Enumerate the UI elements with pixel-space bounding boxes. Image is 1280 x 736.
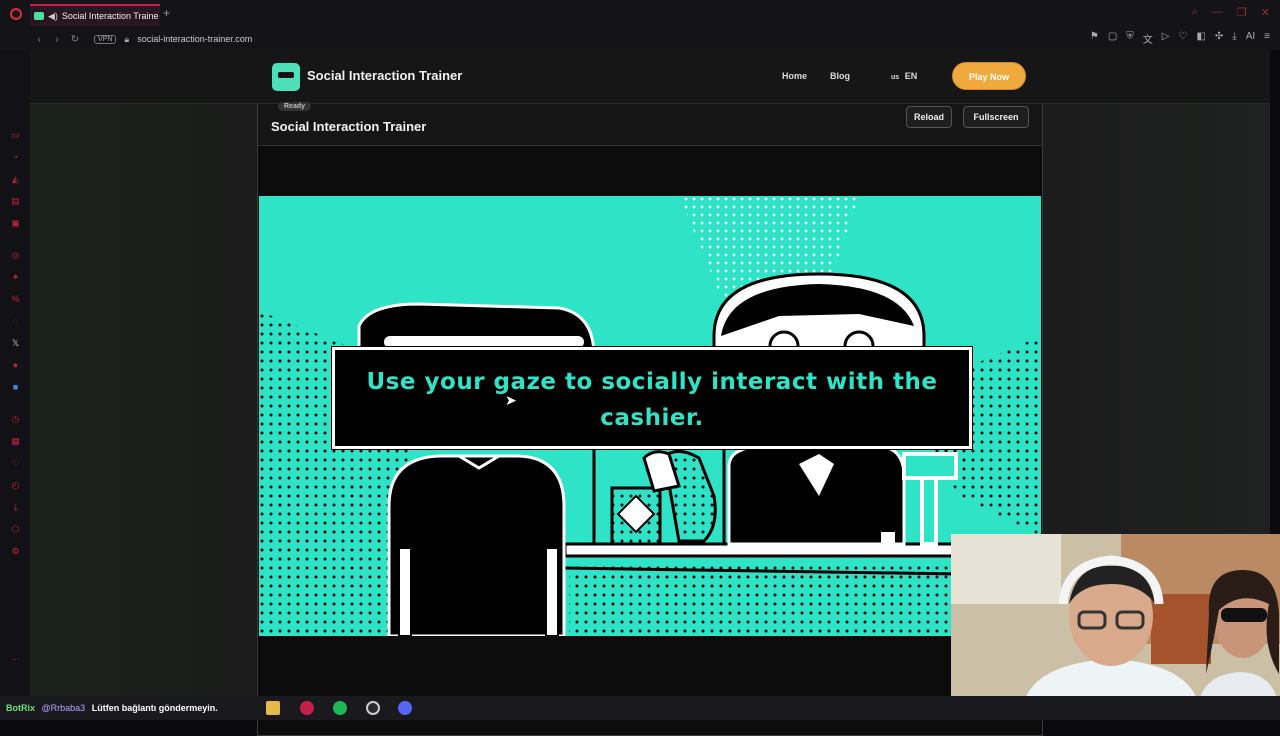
discord-icon[interactable] bbox=[398, 701, 412, 715]
game-canvas[interactable]: Use your gaze to socially interact with … bbox=[259, 196, 1041, 636]
file-explorer-icon[interactable] bbox=[266, 701, 280, 715]
minimize-icon[interactable]: — bbox=[1212, 6, 1223, 19]
chat-message: Lütfen bağlantı göndermeyin. bbox=[91, 703, 218, 713]
nav-home-link[interactable]: Home bbox=[782, 71, 807, 81]
status-badge: Ready bbox=[278, 102, 312, 111]
reload-button[interactable]: Reload bbox=[906, 106, 952, 128]
back-icon[interactable]: ‹ bbox=[30, 34, 48, 45]
chat-mention: @Rrbaba3 bbox=[41, 703, 86, 713]
reload-page-icon[interactable]: ↻ bbox=[66, 34, 84, 45]
address-bar: ‹ › ↻ VPN 🔒︎ social-interaction-trainer.… bbox=[0, 28, 1280, 50]
site-title[interactable]: Social Interaction Trainer bbox=[307, 68, 462, 83]
window-controls: ⌕ — ❐ ✕ bbox=[1192, 6, 1270, 19]
taskbar: BotRix @Rrbaba3 Lütfen bağlantı gönderme… bbox=[0, 696, 1280, 720]
snapshot-icon[interactable]: ▢ bbox=[1108, 31, 1117, 46]
favorite-icon[interactable]: ♡ bbox=[10, 458, 21, 469]
opera-taskbar-icon[interactable] bbox=[300, 701, 314, 715]
game-title: Social Interaction Trainer bbox=[271, 119, 427, 134]
bookmark-icon[interactable]: ⚑ bbox=[1090, 31, 1099, 46]
browser-sidebar: ▭ ◔ ◭ ▤ ▣ ◎ ✦ % ◌ 𝕏 ● ■ ◷ ▦ ♡ ◴ ⤓ ⬠ ⚙ ⋯ bbox=[0, 50, 30, 696]
shield-icon[interactable]: ⛨ bbox=[1126, 31, 1134, 46]
heart-icon[interactable]: ♡ bbox=[1178, 31, 1187, 46]
restore-icon[interactable]: ❐ bbox=[1237, 6, 1247, 19]
fullscreen-button[interactable]: Fullscreen bbox=[963, 106, 1029, 128]
settings-icon[interactable]: ⚙ bbox=[10, 546, 21, 557]
translate-icon[interactable]: 文 bbox=[1143, 31, 1153, 46]
history-icon[interactable]: ◔ bbox=[10, 152, 21, 163]
flag-icon: us bbox=[891, 74, 900, 81]
url-field[interactable]: social-interaction-trainer.com bbox=[137, 34, 252, 44]
new-tab-button[interactable]: + bbox=[163, 6, 170, 20]
webcam-image bbox=[951, 534, 1280, 720]
history-clock-icon[interactable]: ◴ bbox=[10, 480, 21, 491]
percent-icon[interactable]: % bbox=[10, 294, 21, 305]
clock-icon[interactable]: ◷ bbox=[10, 414, 21, 425]
site-logo-icon[interactable] bbox=[272, 63, 300, 91]
close-icon[interactable]: ✕ bbox=[1261, 6, 1270, 19]
whatsapp-icon[interactable]: ◌ bbox=[10, 316, 21, 327]
pin-icon[interactable]: ⬠ bbox=[10, 524, 21, 535]
mouse-cursor-icon: ➤ bbox=[505, 392, 517, 408]
nav-blog-link[interactable]: Blog bbox=[830, 71, 850, 81]
tab-title: Social Interaction Traine bbox=[61, 11, 159, 21]
play-icon[interactable]: ▷ bbox=[1162, 31, 1170, 46]
menu-icon[interactable]: ≡ bbox=[1264, 31, 1270, 46]
forward-icon[interactable]: › bbox=[48, 34, 66, 45]
language-code: EN bbox=[904, 71, 918, 81]
extension-icon[interactable]: ◧ bbox=[1196, 31, 1205, 46]
more-icon[interactable]: ⋯ bbox=[10, 654, 21, 665]
site-header: Social Interaction Trainer Home Blog us … bbox=[30, 50, 1270, 104]
dialog-box: Use your gaze to socially interact with … bbox=[332, 347, 972, 449]
game-panel-header: Ready Social Interaction Trainer Reload … bbox=[258, 102, 1042, 146]
ai-label[interactable]: AI bbox=[1246, 31, 1255, 46]
search-icon[interactable]: ⌕ bbox=[1192, 6, 1198, 19]
downloads-icon[interactable]: ⤓ bbox=[10, 502, 21, 513]
obs-icon[interactable] bbox=[366, 701, 380, 715]
lock-icon[interactable]: 🔒︎ bbox=[124, 34, 129, 45]
record-icon[interactable]: ● bbox=[10, 360, 21, 371]
messenger-icon[interactable]: ▭ bbox=[10, 130, 21, 141]
chat-bot-name: BotRix bbox=[6, 703, 35, 713]
speaker-icon[interactable]: ◀) bbox=[48, 11, 58, 22]
site-favicon-icon bbox=[34, 12, 44, 20]
instagram-icon[interactable]: ◎ bbox=[10, 250, 21, 261]
download-icon[interactable]: ⤓ bbox=[1232, 31, 1236, 46]
webcam-overlay bbox=[951, 534, 1280, 720]
aria-icon[interactable]: ◭ bbox=[10, 174, 21, 185]
grid-icon[interactable]: ▦ bbox=[10, 436, 21, 447]
sparkle-icon[interactable]: ✦ bbox=[10, 272, 21, 283]
language-selector[interactable]: us EN bbox=[891, 71, 917, 81]
vpn-badge[interactable]: VPN bbox=[94, 34, 117, 44]
player-icon[interactable]: ▤ bbox=[10, 196, 21, 207]
opera-logo-icon[interactable] bbox=[10, 8, 22, 20]
game-panel: Ready Social Interaction Trainer Reload … bbox=[257, 102, 1043, 736]
play-now-button[interactable]: Play Now bbox=[952, 62, 1026, 90]
spotify-icon[interactable] bbox=[333, 701, 347, 715]
browser-toolbar: ⚑ ▢ ⛨ 文 ▷ ♡ ◧ ✣ ⤓ AI ≡ bbox=[1090, 31, 1270, 46]
browser-tab-active[interactable]: ◀) Social Interaction Traine bbox=[30, 4, 160, 26]
news-icon[interactable]: ▣ bbox=[10, 218, 21, 229]
app-icon[interactable]: ■ bbox=[10, 382, 21, 393]
chat-overlay: BotRix @Rrbaba3 Lütfen bağlantı gönderme… bbox=[6, 703, 218, 713]
dialog-text: Use your gaze to socially interact with … bbox=[366, 369, 938, 431]
browser-tab-bar: ◀) Social Interaction Traine + ⌕ — ❐ ✕ bbox=[0, 0, 1280, 28]
puzzle-icon[interactable]: ✣ bbox=[1215, 31, 1223, 46]
x-icon[interactable]: 𝕏 bbox=[10, 338, 21, 349]
